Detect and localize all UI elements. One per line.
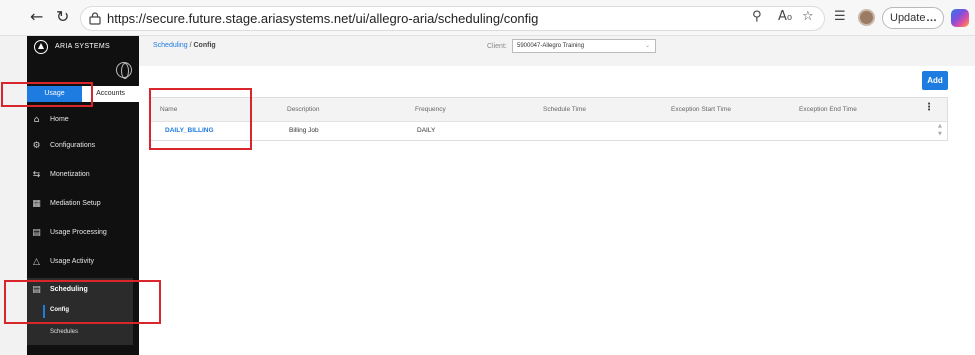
chart-icon: △ xyxy=(33,257,40,267)
sidebar-item-label: Usage Activity xyxy=(50,258,94,265)
favorites-list-icon[interactable]: ☰ xyxy=(834,9,846,24)
breadcrumb-link-scheduling[interactable]: Scheduling xyxy=(153,42,188,49)
table-row[interactable]: DAILY_BILLING Billing Job DAILY xyxy=(151,123,935,140)
update-button[interactable]: Update … xyxy=(882,7,944,29)
read-aloud-icon[interactable]: A₀ xyxy=(778,9,792,24)
aria-logo-icon xyxy=(34,40,48,54)
scroll-down-icon[interactable]: ▼ xyxy=(938,131,942,137)
highlight-box-name-column xyxy=(149,88,252,150)
profile-avatar[interactable] xyxy=(858,9,875,26)
sidebar-item-usage-activity[interactable]: △ Usage Activity xyxy=(27,254,139,272)
browser-toolbar: ← ↻ https://secure.future.stage.ariasyst… xyxy=(0,0,975,36)
add-button[interactable]: Add xyxy=(922,71,948,90)
home-icon: ⌂ xyxy=(33,115,40,125)
column-header-exception-start-time[interactable]: Exception Start Time xyxy=(671,106,731,113)
highlight-box-scheduling xyxy=(4,280,161,324)
url-text[interactable]: https://secure.future.stage.ariasystems.… xyxy=(107,11,538,26)
copilot-icon[interactable] xyxy=(951,9,969,27)
update-label: Update xyxy=(890,12,926,24)
column-header-schedule-time[interactable]: Schedule Time xyxy=(543,106,586,113)
chevron-down-icon: ⌄ xyxy=(644,42,650,49)
zoom-icon[interactable]: ⚲ xyxy=(752,9,762,24)
cell-frequency: DAILY xyxy=(417,127,436,134)
page-header: Scheduling / Config Client: 5900047-Alle… xyxy=(139,36,975,66)
favorite-star-icon[interactable]: ☆ xyxy=(802,9,814,24)
more-options-icon[interactable]: … xyxy=(926,8,937,28)
column-header-exception-end-time[interactable]: Exception End Time xyxy=(799,106,857,113)
back-arrow-icon[interactable]: ← xyxy=(30,8,43,26)
address-bar[interactable]: https://secure.future.stage.ariasystems.… xyxy=(80,6,825,31)
client-select-value: 5900047-Allegro Training xyxy=(517,43,585,49)
table-scrollbar[interactable]: ▲ ▼ xyxy=(935,123,947,140)
sidebar-item-label: Monetization xyxy=(50,171,90,178)
column-menu-icon[interactable]: ⋮ xyxy=(924,103,934,113)
gears-icon: ⚙ xyxy=(32,141,41,151)
process-icon: ▤ xyxy=(32,228,41,238)
sidebar-item-usage-processing[interactable]: ▤ Usage Processing xyxy=(27,225,139,243)
table-header: Name Description Frequency Schedule Time… xyxy=(151,98,947,122)
sidebar-item-mediation-setup[interactable]: ▦ Mediation Setup xyxy=(27,196,139,214)
column-header-frequency[interactable]: Frequency xyxy=(415,106,446,113)
sidebar-item-monetization[interactable]: ⇆ Monetization xyxy=(27,167,139,185)
sidebar-item-home[interactable]: ⌂ Home xyxy=(27,112,139,130)
config-table: Name Description Frequency Schedule Time… xyxy=(150,97,948,141)
scroll-up-icon[interactable]: ▲ xyxy=(938,123,942,129)
sidebar-subitem-label: Schedules xyxy=(50,329,79,335)
client-label: Client: xyxy=(487,43,507,50)
sidebar-subitem-schedules[interactable]: Schedules xyxy=(27,326,133,341)
breadcrumb: Scheduling / Config xyxy=(153,42,216,49)
lock-icon[interactable] xyxy=(89,12,101,25)
highlight-box-usage-tab xyxy=(1,82,93,107)
globe-icon[interactable] xyxy=(116,62,132,79)
grid-icon: ▦ xyxy=(32,199,41,209)
client-select[interactable]: 5900047-Allegro Training ⌄ xyxy=(512,39,656,53)
arrows-icon: ⇆ xyxy=(32,170,41,180)
cell-description: Billing Job xyxy=(289,127,319,134)
sidebar-item-label: Home xyxy=(50,116,69,123)
column-header-description[interactable]: Description xyxy=(287,106,320,113)
sidebar-item-label: Configurations xyxy=(50,142,96,149)
sidebar-item-configurations[interactable]: ⚙ Configurations xyxy=(27,138,139,156)
brand-name: ARIA SYSTEMS xyxy=(55,43,110,50)
refresh-icon[interactable]: ↻ xyxy=(56,8,69,26)
sidebar-item-label: Mediation Setup xyxy=(50,200,101,207)
sidebar-item-label: Usage Processing xyxy=(50,229,107,236)
breadcrumb-separator: / xyxy=(189,42,192,49)
breadcrumb-current: Config xyxy=(193,42,216,49)
